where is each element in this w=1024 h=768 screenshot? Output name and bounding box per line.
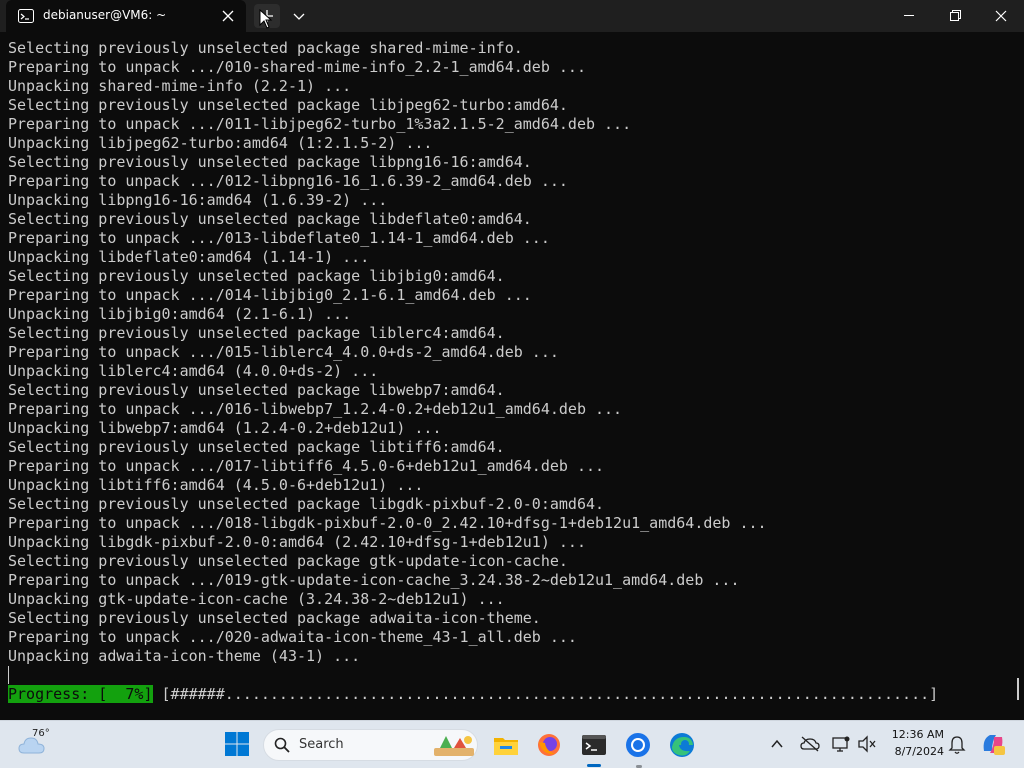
- windows-start-icon[interactable]: [224, 731, 250, 757]
- terminal-line: Preparing to unpack .../014-libjbig0_2.1…: [8, 286, 532, 304]
- terminal-icon: [18, 9, 34, 23]
- terminal-line: Selecting previously unselected package …: [8, 96, 568, 114]
- terminal-line: Preparing to unpack .../010-shared-mime-…: [8, 58, 586, 76]
- notification-bell-icon[interactable]: [948, 735, 966, 755]
- edge-icon[interactable]: [666, 729, 698, 761]
- search-placeholder: Search: [299, 737, 344, 752]
- terminal-output[interactable]: Selecting previously unselected package …: [0, 32, 1024, 720]
- terminal-line: Unpacking libtiff6:amd64 (4.5.0-6+deb12u…: [8, 476, 424, 494]
- terminal-line: Preparing to unpack .../020-adwaita-icon…: [8, 628, 577, 646]
- terminal-line: Selecting previously unselected package …: [8, 609, 541, 627]
- text-cursor: [8, 666, 9, 684]
- chrome-icon[interactable]: [622, 729, 654, 761]
- terminal-line: Selecting previously unselected package …: [8, 381, 505, 399]
- terminal-line: Selecting previously unselected package …: [8, 438, 505, 456]
- terminal-line: Unpacking shared-mime-info (2.2-1) ...: [8, 77, 352, 95]
- terminal-line: Selecting previously unselected package …: [8, 495, 605, 513]
- restore-button[interactable]: [932, 0, 978, 32]
- clock-date[interactable]: 8/7/2024: [886, 745, 944, 758]
- scrollbar[interactable]: [1017, 678, 1019, 700]
- display-icon[interactable]: [831, 734, 851, 754]
- tab-dropdown-button[interactable]: [289, 6, 309, 26]
- progress-label: Progress: [ 7%]: [8, 685, 153, 703]
- onedrive-offline-icon[interactable]: [800, 735, 820, 753]
- terminal-line: Unpacking libdeflate0:amd64 (1.14-1) ...: [8, 248, 370, 266]
- minimize-button[interactable]: [886, 0, 932, 32]
- close-window-button[interactable]: [978, 0, 1024, 32]
- terminal-line: Unpacking libgdk-pixbuf-2.0-0:amd64 (2.4…: [8, 533, 586, 551]
- terminal-active-indicator: [587, 764, 601, 767]
- terminal-line: Preparing to unpack .../011-libjpeg62-tu…: [8, 115, 632, 133]
- terminal-line: Preparing to unpack .../016-libwebp7_1.2…: [8, 400, 623, 418]
- firefox-icon[interactable]: [533, 729, 565, 761]
- terminal-line: Unpacking libjpeg62-turbo:amd64 (1:2.1.5…: [8, 134, 433, 152]
- terminal-line: Unpacking libjbig0:amd64 (2.1-6.1) ...: [8, 305, 352, 323]
- terminal-line: Unpacking libwebp7:amd64 (1.2.4-0.2+deb1…: [8, 419, 442, 437]
- terminal-line: Unpacking liblerc4:amd64 (4.0.0+ds-2) ..…: [8, 362, 379, 380]
- file-explorer-icon[interactable]: [490, 729, 522, 761]
- terminal-line: Preparing to unpack .../015-liblerc4_4.0…: [8, 343, 559, 361]
- terminal-lines: Selecting previously unselected package …: [8, 39, 767, 666]
- copilot-icon[interactable]: [980, 731, 1006, 757]
- close-tab-icon[interactable]: [220, 8, 236, 24]
- terminal-line: Unpacking libpng16-16:amd64 (1.6.39-2) .…: [8, 191, 388, 209]
- terminal-line: Selecting previously unselected package …: [8, 324, 505, 342]
- search-highlight-art-icon: [434, 736, 474, 756]
- search-icon: [274, 737, 290, 753]
- terminal-line: Preparing to unpack .../017-libtiff6_4.5…: [8, 457, 605, 475]
- taskbar: 76° Search 12:36 AM 8/7/2024: [0, 720, 1024, 768]
- terminal-line: Selecting previously unselected package …: [8, 267, 505, 285]
- terminal-line: Preparing to unpack .../013-libdeflate0_…: [8, 229, 550, 247]
- speaker-muted-icon[interactable]: [857, 735, 877, 753]
- terminal-tab[interactable]: debianuser@VM6: ~: [6, 0, 246, 32]
- terminal-line: Preparing to unpack .../019-gtk-update-i…: [8, 571, 740, 589]
- mouse-cursor-icon: [259, 9, 273, 29]
- terminal-line: Selecting previously unselected package …: [8, 153, 532, 171]
- terminal-line: Preparing to unpack .../018-libgdk-pixbu…: [8, 514, 767, 532]
- terminal-line: Unpacking gtk-update-icon-cache (3.24.38…: [8, 590, 505, 608]
- clock-time[interactable]: 12:36 AM: [886, 728, 944, 741]
- terminal-line: Selecting previously unselected package …: [8, 552, 568, 570]
- weather-temperature: 76°: [32, 728, 50, 739]
- show-hidden-icons-chevron-icon[interactable]: [769, 736, 785, 752]
- terminal-app-icon[interactable]: [578, 729, 610, 761]
- title-bar: debianuser@VM6: ~: [0, 0, 1024, 32]
- terminal-line: Selecting previously unselected package …: [8, 210, 532, 228]
- progress-bar: [######.................................…: [161, 685, 939, 703]
- terminal-line: Selecting previously unselected package …: [8, 39, 523, 57]
- tab-title: debianuser@VM6: ~: [43, 8, 167, 22]
- terminal-line: Preparing to unpack .../012-libpng16-16_…: [8, 172, 568, 190]
- progress-row: Progress: [ 7%] [######.................…: [8, 685, 938, 704]
- taskbar-search[interactable]: Search: [263, 729, 478, 761]
- terminal-line: Unpacking adwaita-icon-theme (43-1) ...: [8, 647, 361, 665]
